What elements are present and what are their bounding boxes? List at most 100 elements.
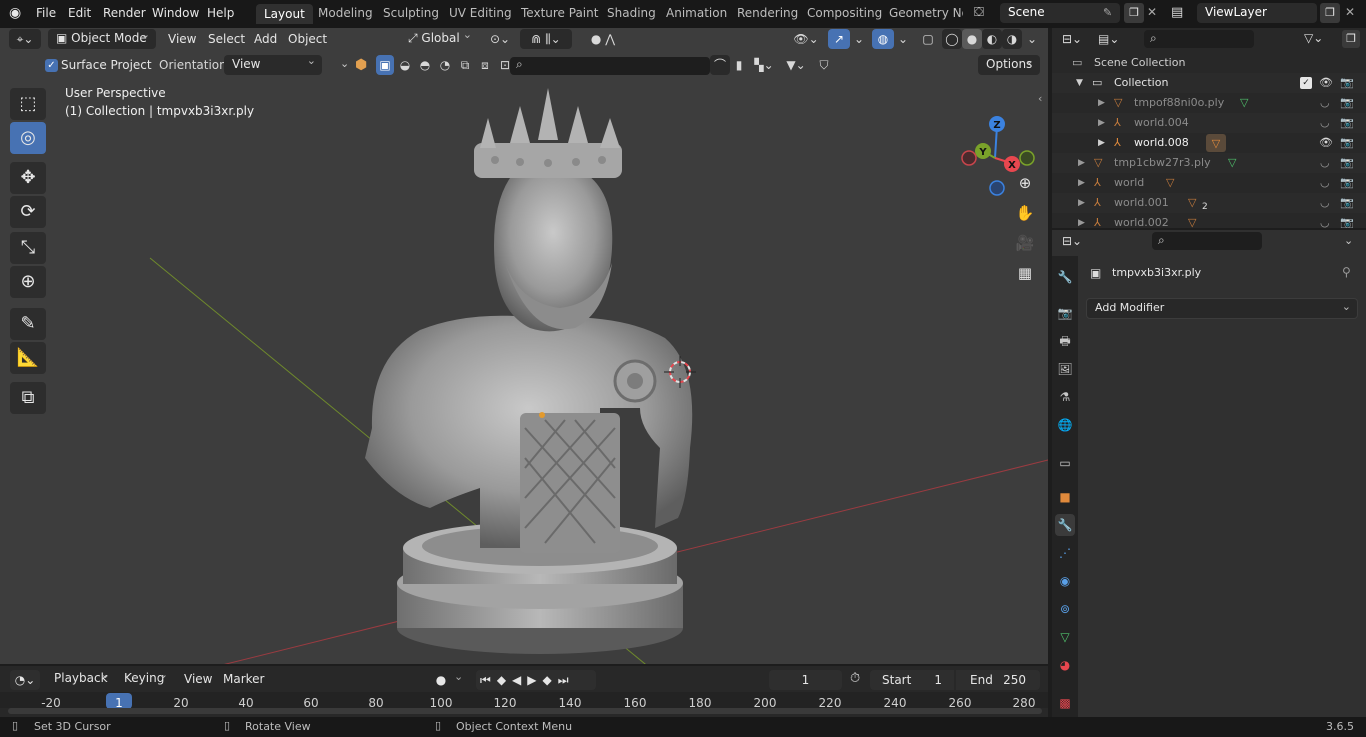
menu-object[interactable]: Object <box>288 32 327 46</box>
tab-animation[interactable]: Animation <box>666 6 727 20</box>
tab-modeling[interactable]: Modeling <box>318 6 373 20</box>
tab-texture-paint[interactable]: Texture Paint <box>521 6 598 20</box>
keying-dropdown[interactable]: Keying <box>116 668 174 689</box>
constraints-tab-icon[interactable]: ⊚ <box>1055 598 1075 620</box>
snap-icon[interactable]: ⋒ ⫼⌄ <box>520 29 572 49</box>
render-tab-icon[interactable]: 📷 <box>1055 302 1075 324</box>
pivot-point-icon[interactable]: ⊙⌄ <box>484 29 516 49</box>
menu-view[interactable]: View <box>168 32 196 46</box>
particles-tab-icon[interactable]: ⋰ <box>1055 542 1075 564</box>
record-icon[interactable]: ● <box>430 670 452 690</box>
viewport-scene[interactable]: Z Y X <box>0 28 1048 664</box>
bookmark-icon[interactable]: ▮ <box>731 55 747 75</box>
select-box-tool[interactable]: ⬚ <box>10 88 46 120</box>
properties-search-input[interactable]: ⌕ <box>1152 232 1262 250</box>
current-frame-field[interactable]: 1 <box>769 670 842 690</box>
perspective-grid-icon[interactable]: ▦ <box>1012 260 1038 286</box>
view-layer-field[interactable]: ViewLayer <box>1197 3 1317 23</box>
camera-icon[interactable]: 📷 <box>1340 193 1354 213</box>
expand-arrow-icon[interactable]: ▶ <box>1078 193 1085 213</box>
delete-view-layer-icon[interactable]: ✕ <box>1345 5 1355 19</box>
solid-shading-icon[interactable]: ● <box>962 29 982 49</box>
world-tab-icon[interactable]: 🌐 <box>1055 414 1075 436</box>
rotate-tool[interactable]: ⟳ <box>10 196 46 228</box>
texture-tab-icon[interactable]: ▩ <box>1055 692 1075 714</box>
view-layer-icon[interactable]: ▤ <box>1171 5 1183 20</box>
select-mode-subtract-icon[interactable]: ◓ <box>416 55 434 75</box>
outliner-row-object[interactable]: ▶ ⅄ world.002 ▽ ◡ 📷 <box>1052 213 1366 228</box>
pan-hand-icon[interactable]: ✋ <box>1012 200 1038 226</box>
playback-controls[interactable]: ⏮◆◀▶◆⏭ <box>476 670 596 690</box>
measure-tool[interactable]: 📐 <box>10 342 46 374</box>
eye-hidden-icon[interactable]: ◡ <box>1320 173 1330 193</box>
eye-hidden-icon[interactable]: ◡ <box>1320 93 1330 113</box>
outliner-filter-icon[interactable]: ▽⌄ <box>1304 31 1323 45</box>
3d-viewport[interactable]: Z Y X User Perspective (1) Collection | … <box>0 28 1048 664</box>
scale-tool[interactable]: ⤡ <box>10 232 46 264</box>
timeline-menu-view[interactable]: View <box>184 672 212 686</box>
next-keyframe-icon[interactable]: ◆ <box>543 673 558 687</box>
annotate-tool[interactable]: ✎ <box>10 308 46 340</box>
scene-name-field[interactable]: Scene <box>1000 3 1120 23</box>
gizmo-dropdown-icon[interactable]: ⌄ <box>852 29 866 49</box>
surface-project-checkbox[interactable]: ✓ <box>45 59 58 72</box>
editor-type-icon[interactable]: ⌖⌄ <box>9 29 41 49</box>
expand-arrow-icon[interactable]: ▶ <box>1078 213 1085 228</box>
outliner-row-object[interactable]: ▶ ⅄ world.001 ▽ 2 ◡ 📷 <box>1052 193 1366 213</box>
layout-icon[interactable]: ▚⌄ <box>750 55 778 75</box>
jump-end-icon[interactable]: ⏭ <box>558 673 575 687</box>
pin-icon[interactable]: ⚲ <box>1342 265 1351 279</box>
play-icon[interactable]: ▶ <box>527 673 542 687</box>
xray-icon[interactable]: ▢ <box>918 29 938 49</box>
delete-scene-icon[interactable]: ✕ <box>1147 5 1157 19</box>
expand-arrow-icon[interactable]: ▶ <box>1098 113 1105 133</box>
pin-icon[interactable]: ✎ <box>1103 6 1112 19</box>
output-tab-icon[interactable]: 🖶 <box>1055 330 1075 352</box>
material-shading-icon[interactable]: ◐ <box>982 29 1002 49</box>
properties-editor-icon[interactable]: ⊟⌄ <box>1062 234 1082 248</box>
outliner-row-object[interactable]: ▶ ▽ tmp1cbw27r3.ply ▽ ◡ 📷 <box>1052 153 1366 173</box>
options-dropdown[interactable]: Options <box>978 54 1040 75</box>
select-mode-invert-icon[interactable]: ◔ <box>436 55 454 75</box>
menu-help[interactable]: Help <box>207 6 234 20</box>
tab-rendering[interactable]: Rendering <box>737 6 798 20</box>
select-mode-new-icon[interactable]: ▣ <box>376 55 394 75</box>
tab-geometry-nodes[interactable]: Geometry Noc <box>889 6 963 20</box>
view-layer-tab-icon[interactable]: 🖼 <box>1055 358 1075 380</box>
rendered-shading-icon[interactable]: ◑ <box>1002 29 1022 49</box>
timeline-menu-marker[interactable]: Marker <box>223 672 264 686</box>
start-frame-field[interactable]: Start 1 <box>870 670 954 690</box>
eye-icon[interactable]: 👁 <box>1319 133 1333 153</box>
overlays-dropdown-icon[interactable]: ⌄ <box>896 29 910 49</box>
eye-hidden-icon[interactable]: ◡ <box>1320 213 1330 228</box>
outliner-panel[interactable]: ⊟⌄ ▤⌄ ⌕ ▽⌄ ❐ ▭ Scene Collection ▼ ▭ Coll… <box>1052 28 1366 228</box>
shield-icon[interactable]: ⛉ <box>814 55 834 75</box>
scene-tab-icon[interactable]: ⚗ <box>1055 386 1075 408</box>
outliner-row-collection[interactable]: ▼ ▭ Collection ✓ 👁 📷 <box>1052 73 1366 93</box>
expand-arrow-icon[interactable]: ▶ <box>1078 173 1085 193</box>
outliner-row-object[interactable]: ▶ ⅄ world ▽ ◡ 📷 <box>1052 173 1366 193</box>
gizmo-toggle-icon[interactable]: ↗ <box>828 29 850 49</box>
outliner-editor-icon[interactable]: ⊟⌄ <box>1062 32 1090 52</box>
menu-select[interactable]: Select <box>208 32 245 46</box>
blender-logo-icon[interactable]: ◉ <box>9 5 21 21</box>
play-reverse-icon[interactable]: ◀ <box>512 673 527 687</box>
menu-window[interactable]: Window <box>152 6 199 20</box>
move-tool[interactable]: ✥ <box>10 162 46 194</box>
outliner-row-scene-collection[interactable]: ▭ Scene Collection <box>1052 53 1366 73</box>
tab-layout[interactable]: Layout <box>256 4 313 24</box>
color-attribute-icon[interactable]: ⬢ <box>355 57 367 73</box>
select-mode-difference-icon[interactable]: ⧈ <box>476 55 494 75</box>
new-collection-icon[interactable]: ❐ <box>1342 30 1360 48</box>
tool-option-icon[interactable]: ⌒ <box>710 55 730 75</box>
expand-arrow-icon[interactable]: ▶ <box>1098 133 1105 153</box>
overlays-icon[interactable]: ◍ <box>872 29 894 49</box>
stopwatch-icon[interactable]: ⏱ <box>850 671 860 686</box>
tab-shading[interactable]: Shading <box>607 6 656 20</box>
new-scene-icon[interactable]: ❐ <box>1124 3 1144 23</box>
object-tab-icon[interactable]: ■ <box>1055 486 1075 508</box>
timeline-panel[interactable]: ◔⌄ Playback Keying View Marker ● ⌄ ⏮◆◀▶◆… <box>0 666 1048 718</box>
shading-dropdown-icon[interactable]: ⌄ <box>1024 29 1040 49</box>
orientation-setting-dropdown[interactable]: View <box>224 54 322 75</box>
orientation-dropdown[interactable]: ⤢ Global <box>400 28 478 49</box>
